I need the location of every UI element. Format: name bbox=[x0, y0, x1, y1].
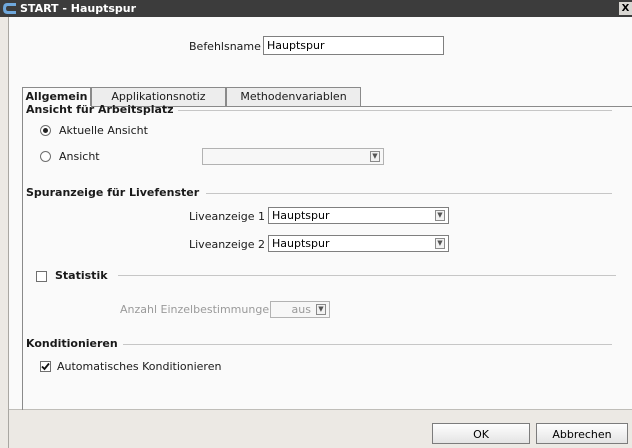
statistics-checkbox[interactable] bbox=[36, 271, 47, 282]
close-button[interactable]: X bbox=[619, 2, 632, 15]
cancel-button[interactable]: Abbrechen bbox=[536, 423, 628, 444]
dialog-content: Befehlsname Allgemein Applikationsnotiz … bbox=[9, 17, 632, 410]
title-bar: START - Hauptspur X bbox=[0, 0, 632, 17]
tab-label: Allgemein bbox=[25, 90, 88, 103]
conditioning-heading: Konditionieren bbox=[26, 337, 118, 350]
window-frame bbox=[0, 17, 9, 448]
auto-conditioning-checkbox[interactable] bbox=[40, 361, 51, 372]
trace-display-heading: Spuranzeige für Livefenster bbox=[26, 186, 200, 199]
tab-label: Applikationsnotiz bbox=[111, 90, 206, 103]
tab-methodenvariablen[interactable]: Methodenvariablen bbox=[226, 87, 361, 107]
chevron-down-icon: ▼ bbox=[435, 210, 445, 221]
section-divider bbox=[178, 110, 612, 111]
live1-value: Hauptspur bbox=[272, 209, 330, 222]
view-radio[interactable] bbox=[40, 151, 51, 162]
section-divider bbox=[118, 275, 616, 276]
app-logo-icon bbox=[3, 3, 16, 14]
window-title: START - Hauptspur bbox=[20, 2, 137, 15]
live1-label: Liveanzeige 1 bbox=[189, 210, 266, 223]
count-select[interactable]: aus ▼ bbox=[270, 301, 330, 318]
checkmark-icon bbox=[41, 362, 50, 371]
count-label: Anzahl Einzelbestimmungen bbox=[120, 303, 277, 316]
current-view-radio[interactable] bbox=[40, 125, 51, 136]
chevron-down-icon: ▼ bbox=[316, 304, 326, 315]
live2-value: Hauptspur bbox=[272, 237, 330, 250]
command-name-input[interactable] bbox=[263, 36, 444, 55]
workplace-view-heading: Ansicht für Arbeitsplatz bbox=[26, 103, 174, 116]
statistics-heading: Statistik bbox=[55, 269, 108, 282]
auto-conditioning-label: Automatisches Konditionieren bbox=[57, 360, 222, 373]
command-name-label: Befehlsname bbox=[189, 40, 261, 53]
live2-select[interactable]: Hauptspur ▼ bbox=[268, 235, 449, 252]
chevron-down-icon: ▼ bbox=[435, 238, 445, 249]
count-value: aus bbox=[291, 303, 311, 316]
live1-select[interactable]: Hauptspur ▼ bbox=[268, 207, 449, 224]
section-divider bbox=[206, 193, 612, 194]
view-select[interactable]: ▼ bbox=[202, 148, 384, 165]
close-icon: X bbox=[621, 3, 630, 14]
view-label: Ansicht bbox=[59, 150, 100, 163]
current-view-label: Aktuelle Ansicht bbox=[59, 124, 148, 137]
section-divider bbox=[123, 344, 612, 345]
tab-label: Methodenvariablen bbox=[240, 90, 347, 103]
ok-button[interactable]: OK bbox=[432, 423, 530, 444]
live2-label: Liveanzeige 2 bbox=[189, 238, 266, 251]
chevron-down-icon: ▼ bbox=[370, 151, 380, 162]
